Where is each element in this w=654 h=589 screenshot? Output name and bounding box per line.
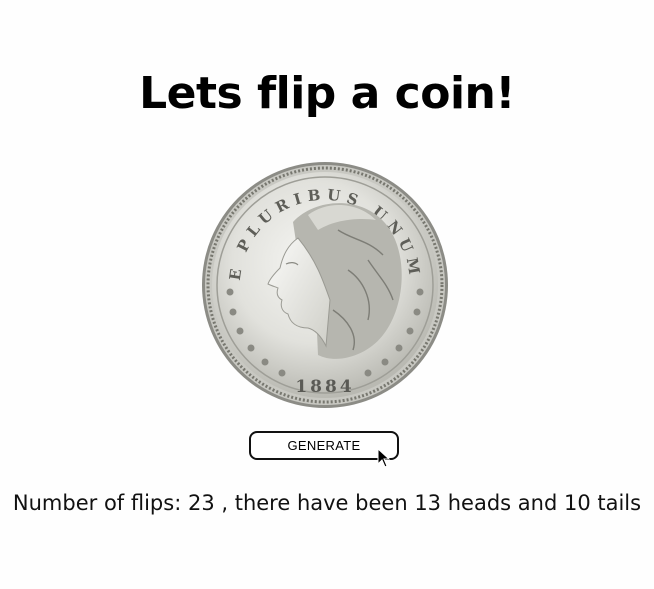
status-middle: , there have been [214, 491, 415, 515]
status-prefix: Number of flips: [12, 491, 188, 515]
coin-face-icon: E PLURIBUS UNUM 1884 [202, 162, 448, 408]
coin-image: E PLURIBUS UNUM 1884 [198, 160, 452, 410]
mouse-pointer-icon [377, 448, 391, 468]
heads-count: 13 [414, 491, 442, 515]
flip-count: 23 [187, 491, 215, 515]
heads-suffix: heads and [441, 491, 564, 515]
page-title: Lets flip a coin! [139, 68, 515, 119]
flip-status-text: Number of flips: 23 , there have been 13… [0, 488, 654, 518]
tails-count: 10 [563, 491, 591, 515]
tails-suffix: tails [590, 491, 642, 515]
coin-year: 1884 [295, 377, 354, 397]
